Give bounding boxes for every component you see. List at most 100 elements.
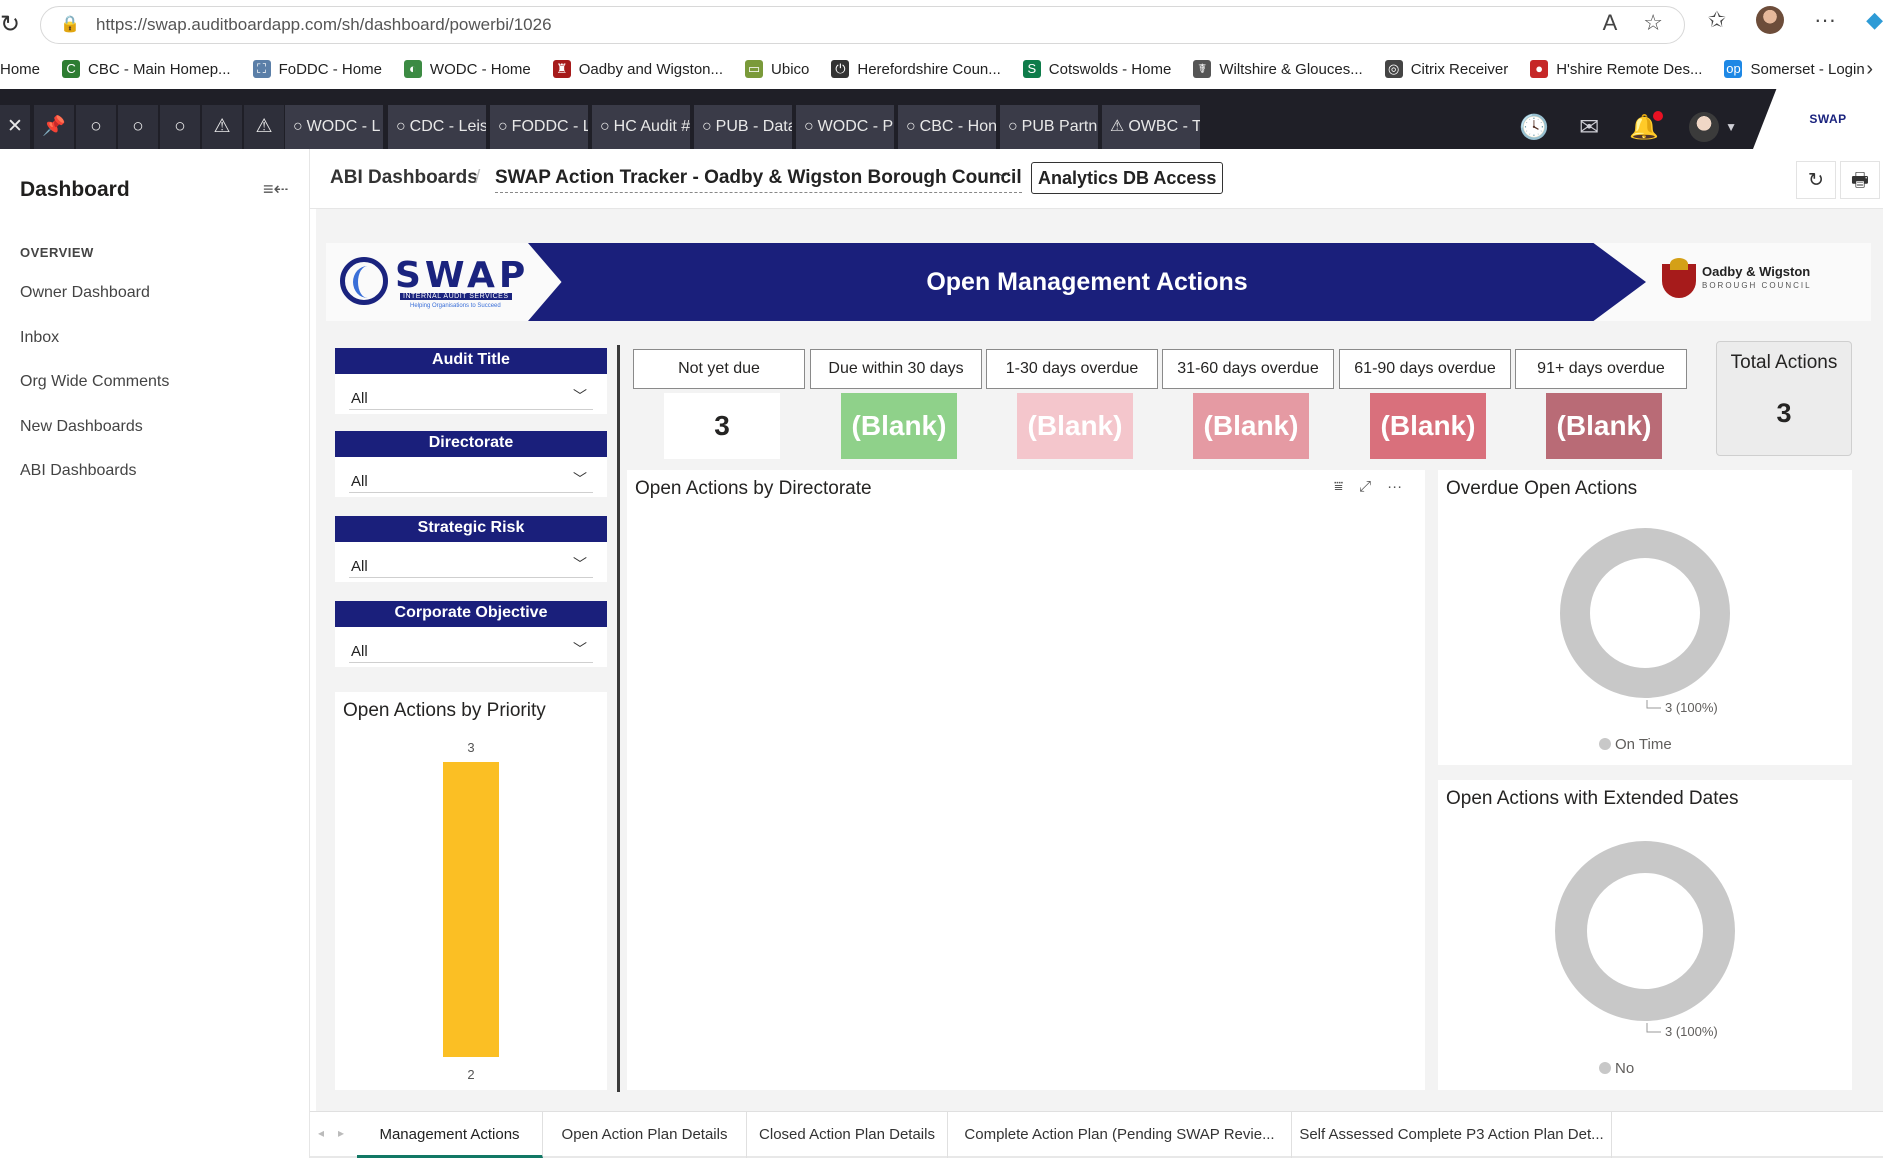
app-tab[interactable]: ○ PUB Partn — [1000, 105, 1098, 149]
bookmark-item[interactable]: ☤ Wiltshire & Glouces... — [1193, 60, 1363, 78]
vertical-divider — [617, 345, 620, 1092]
priority-bar[interactable] — [443, 762, 499, 1057]
slicer-audit-title[interactable]: All ﹀ — [335, 374, 607, 414]
breadcrumb-current-dashboard[interactable]: SWAP Action Tracker - Oadby & Wigston Bo… — [495, 167, 1022, 193]
favorites-icon[interactable]: ✩ — [1708, 7, 1726, 33]
reload-icon[interactable]: ↻ — [0, 10, 20, 39]
analytics-db-access-button[interactable]: Analytics DB Access — [1031, 162, 1224, 194]
sidebar-section-overview: OVERVIEW — [20, 245, 94, 260]
tabbar-action-button[interactable]: ⚠ — [244, 105, 284, 149]
lock-icon[interactable]: 🔒 — [60, 14, 80, 34]
overdue-donut-chart: 3 (100%) On Time — [1560, 528, 1730, 753]
tabbar-action-button[interactable]: ⚠ — [202, 105, 242, 149]
slicer-directorate[interactable]: All ﹀ — [335, 457, 607, 497]
user-avatar[interactable] — [1689, 112, 1720, 142]
bookmark-item[interactable]: ♜ Oadby and Wigston... — [552, 60, 723, 78]
sidebar-item-inbox[interactable]: Inbox — [20, 329, 59, 347]
tabbar-action-button[interactable]: ✕ — [0, 105, 30, 149]
tabbar-action-button[interactable]: ○ — [76, 105, 116, 149]
app-tab[interactable]: ○ FODDC - L — [490, 105, 588, 149]
slicer-directorate-dropdown[interactable]: All ﹀ — [349, 465, 593, 493]
app-tab[interactable]: ○ WODC - P — [796, 105, 894, 149]
print-icon[interactable]: 🖶 — [1840, 161, 1880, 199]
app-tab[interactable]: ○ CBC - Hon — [898, 105, 996, 149]
tab-status-icon: ○ — [906, 118, 916, 135]
slicer-strategic-risk-dropdown[interactable]: All ﹀ — [349, 550, 593, 578]
app-tab[interactable]: ○ PUB - Data — [694, 105, 792, 149]
sidebar-item-new-dashboards[interactable]: New Dashboards — [20, 418, 143, 436]
app-tab[interactable]: ○ WODC - L — [285, 105, 383, 149]
chevron-down-icon[interactable]: ﹀ — [573, 639, 587, 659]
more-options-icon[interactable]: ··· — [1387, 478, 1402, 495]
chevron-down-icon[interactable]: ﹀ — [573, 386, 587, 406]
refresh-icon[interactable]: ↻ — [1796, 161, 1836, 199]
favorite-star-icon[interactable]: ☆ — [1643, 10, 1663, 36]
bookmark-item[interactable]: ▭ Ubico — [745, 60, 809, 78]
chevron-down-icon[interactable]: ﹀ — [573, 469, 587, 489]
tab-status-icon: ○ — [396, 118, 406, 135]
slicer-strategic-risk[interactable]: All ﹀ — [335, 542, 607, 582]
donut-slice[interactable] — [1555, 841, 1735, 1021]
bookmark-item[interactable]: ⏻ Herefordshire Coun... — [831, 60, 1001, 78]
bookmark-item[interactable]: S Cotswolds - Home — [1022, 60, 1171, 78]
address-url[interactable]: https://swap.auditboardapp.com/sh/dashbo… — [96, 15, 552, 35]
notification-bell-icon[interactable]: 🔔 — [1629, 110, 1664, 142]
bookmark-label: H'shire Remote Des... — [1556, 60, 1703, 78]
bookmark-favicon-icon: ● — [1530, 60, 1549, 78]
bookmark-label: FoDDC - Home — [278, 60, 382, 78]
directorate-chart-card: Open Actions by Directorate — [627, 470, 1425, 1090]
bookmark-favicon-icon: ☤ — [1193, 60, 1212, 78]
bookmark-favicon-icon: ♜ — [552, 60, 571, 78]
donut-leader-line — [1646, 700, 1661, 709]
chevron-right-icon[interactable]: › — [1866, 58, 1873, 81]
app-tab-bar: 🕓 ✉ 🔔 ▼ SWAP ✕ 📌 ○ ○ ○ ⚠ ⚠ ○ WODC - L ○ CDC - Leis… — [0, 89, 1883, 149]
bookmark-item[interactable]: ◐ WODC - Home — [403, 60, 531, 78]
read-aloud-icon[interactable]: A — [1603, 10, 1618, 36]
donut-slice[interactable] — [1560, 528, 1730, 698]
bookmark-item[interactable]: ◎ Citrix Receiver — [1384, 60, 1508, 78]
page-nav-arrows-icon[interactable]: ◂▸ — [318, 1126, 358, 1140]
report-page-tabs: ◂▸ Management Actions Open Action Plan De… — [310, 1111, 1883, 1158]
breadcrumb-root[interactable]: ABI Dashboards — [330, 167, 478, 189]
app-tab-label: OWBC - Tr — [1128, 118, 1200, 135]
slicer-audit-title-dropdown[interactable]: All ﹀ — [349, 382, 593, 410]
sidebar-item-abi-dashboards[interactable]: ABI Dashboards — [20, 462, 137, 480]
bookmark-item[interactable]: op Somerset - Login — [1724, 60, 1865, 78]
mail-icon[interactable]: ✉ — [1579, 113, 1599, 142]
page-tab[interactable]: Self Assessed Complete P3 Action Plan De… — [1292, 1112, 1612, 1158]
page-tab[interactable]: Management Actions — [357, 1112, 543, 1158]
directorate-chart-title: Open Actions by Directorate — [635, 478, 872, 499]
bookmark-item[interactable]: ● H'shire Remote Des... — [1530, 60, 1702, 78]
sidebar-item-owner-dashboard[interactable]: Owner Dashboard — [20, 284, 150, 302]
sidebar-item-org-wide-comments[interactable]: Org Wide Comments — [20, 373, 169, 391]
browser-profile-avatar[interactable] — [1756, 6, 1785, 34]
more-options-icon[interactable]: ··· — [1814, 7, 1836, 33]
bookmark-item[interactable]: C CBC - Main Homep... — [62, 60, 231, 78]
bookmark-item[interactable]: Home — [0, 61, 40, 78]
bookmark-item[interactable]: ⛶ FoDDC - Home — [252, 60, 382, 78]
filter-icon[interactable]: ⩸ — [1334, 478, 1343, 495]
app-tab-label: PUB Partn — [1021, 118, 1098, 135]
user-menu-chevron-icon[interactable]: ▼ — [1725, 120, 1737, 134]
page-tab[interactable]: Closed Action Plan Details — [747, 1112, 948, 1158]
app-tab[interactable]: ○ CDC - Leis — [388, 105, 486, 149]
chevron-down-icon[interactable]: ﹀ — [996, 169, 1010, 189]
kpi-value: (Blank) — [841, 393, 957, 459]
kpi-value: (Blank) — [1193, 393, 1309, 459]
history-clock-icon[interactable]: 🕓 — [1519, 113, 1549, 142]
council-crest-icon — [1662, 258, 1696, 298]
page-tab[interactable]: Complete Action Plan (Pending SWAP Revie… — [948, 1112, 1292, 1158]
chevron-down-icon[interactable]: ﹀ — [573, 554, 587, 574]
tabbar-action-button[interactable]: ○ — [118, 105, 158, 149]
tabbar-action-button[interactable]: ○ — [160, 105, 200, 149]
copilot-icon[interactable]: ◆ — [1866, 7, 1883, 33]
slicer-corporate-objective[interactable]: All ﹀ — [335, 627, 607, 667]
page-tab[interactable]: Open Action Plan Details — [543, 1112, 747, 1158]
app-tab[interactable]: ⚠ OWBC - Tr — [1102, 105, 1200, 149]
slicer-corporate-objective-dropdown[interactable]: All ﹀ — [349, 635, 593, 663]
focus-mode-icon[interactable]: ⤢ — [1359, 478, 1371, 495]
bookmark-label: CBC - Main Homep... — [88, 60, 231, 78]
collapse-sidebar-icon[interactable]: ≡⇠ — [263, 179, 289, 200]
tabbar-action-button[interactable]: 📌 — [34, 105, 74, 149]
app-tab[interactable]: ○ HC Audit # — [592, 105, 690, 149]
